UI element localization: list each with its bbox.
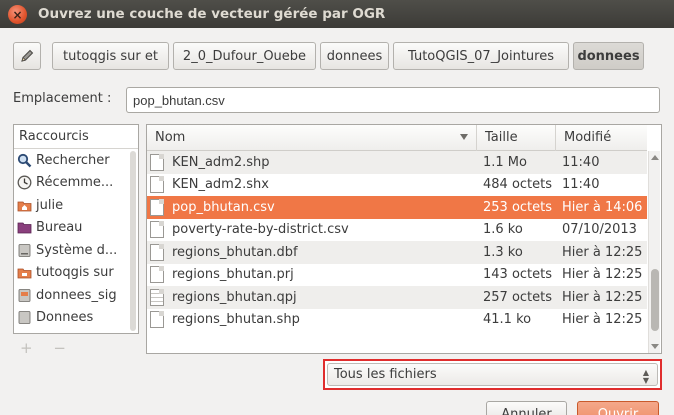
file-icon xyxy=(150,311,164,329)
places-sidebar: Raccourcis Rechercher Récemme... julie B… xyxy=(13,124,139,334)
path-crumb[interactable]: TutoQGIS_07_Jointures xyxy=(393,42,569,70)
sidebar-item-donnees-sig[interactable]: donnees_sig xyxy=(14,284,138,307)
text-file-icon xyxy=(150,288,164,306)
window-title: Ouvrez une couche de vecteur gérée par O… xyxy=(38,6,386,22)
recent-icon xyxy=(17,175,32,190)
file-row[interactable]: regions_bhutan.prj 143 octets Hier à 12:… xyxy=(147,264,647,287)
path-crumb[interactable]: donnees xyxy=(320,42,389,70)
network-drive-icon xyxy=(17,265,32,280)
sidebar-header: Raccourcis xyxy=(14,125,138,149)
file-list-header: Nom Taille Modifié xyxy=(147,125,647,151)
location-input[interactable] xyxy=(126,87,660,113)
home-folder-icon xyxy=(17,198,32,213)
sidebar-item-donnees[interactable]: Donnees xyxy=(14,307,138,330)
sidebar-item-recent[interactable]: Récemme... xyxy=(14,172,138,195)
file-row[interactable]: poverty-rate-by-district.csv 1.6 ko 07/1… xyxy=(147,219,647,242)
remove-bookmark-button[interactable]: − xyxy=(53,339,66,357)
file-row[interactable]: KEN_adm2.shp 1.1 Mo 11:40 xyxy=(147,151,647,174)
drive-icon xyxy=(17,310,32,325)
search-icon xyxy=(17,153,32,168)
file-icon xyxy=(150,266,164,284)
sidebar-item-tutoqgis[interactable]: tutoqgis sur xyxy=(14,262,138,285)
chevron-updown-icon: ▲ ▼ xyxy=(642,368,649,385)
sidebar-item-desktop[interactable]: Bureau xyxy=(14,217,138,240)
sidebar-item-filesystem[interactable]: Système d... xyxy=(14,239,138,262)
path-crumb[interactable]: 2_0_Dufour_Ouebe xyxy=(173,42,316,70)
column-name-header[interactable]: Nom xyxy=(147,125,477,151)
title-bar: × Ouvrez une couche de vecteur gérée par… xyxy=(0,0,674,28)
drive-icon xyxy=(17,243,32,258)
path-crumb-current[interactable]: donnees xyxy=(573,42,644,70)
file-icon xyxy=(150,221,164,239)
pencil-icon xyxy=(21,49,34,62)
file-icon xyxy=(150,176,164,194)
sidebar-scrollbar[interactable] xyxy=(130,151,136,331)
file-icon xyxy=(150,153,164,171)
column-size-header[interactable]: Taille xyxy=(477,125,556,151)
file-list-scrollbar[interactable] xyxy=(648,151,660,353)
file-type-filter[interactable]: Tous les fichiers ▲ ▼ xyxy=(323,359,662,390)
sidebar-item-home[interactable]: julie xyxy=(14,194,138,217)
file-rows: KEN_adm2.shp 1.1 Mo 11:40 KEN_adm2.shx 4… xyxy=(147,151,647,331)
add-bookmark-button[interactable]: + xyxy=(20,339,33,357)
cancel-button[interactable]: Annuler xyxy=(486,401,567,415)
file-row[interactable]: KEN_adm2.shx 484 octets 11:40 xyxy=(147,174,647,197)
scrollbar-thumb[interactable] xyxy=(651,269,659,331)
location-label: Emplacement : xyxy=(13,91,112,106)
file-row-selected[interactable]: pop_bhutan.csv 253 octets Hier à 14:06 xyxy=(147,196,647,219)
file-icon xyxy=(150,243,164,261)
folder-icon xyxy=(17,288,32,303)
edit-location-button[interactable] xyxy=(13,42,41,70)
bookmark-controls: + − xyxy=(20,339,82,357)
file-row[interactable]: regions_bhutan.dbf 1.3 ko Hier à 12:25 xyxy=(147,241,647,264)
path-crumb[interactable]: tutoqgis sur et xyxy=(52,42,169,70)
close-button[interactable]: × xyxy=(8,5,27,24)
sort-descending-icon xyxy=(460,134,468,140)
file-row[interactable]: regions_bhutan.shp 41.1 ko Hier à 12:25 xyxy=(147,309,647,332)
file-list: Nom Taille Modifié KEN_adm2.shp 1.1 Mo 1… xyxy=(146,124,662,354)
close-icon: × xyxy=(12,7,23,22)
file-type-filter-value: Tous les fichiers xyxy=(334,367,437,382)
scroll-up-icon[interactable] xyxy=(651,155,659,160)
desktop-icon xyxy=(17,220,32,235)
sidebar-item-search[interactable]: Rechercher xyxy=(14,149,138,172)
file-icon xyxy=(150,198,164,216)
dialog-body: tutoqgis sur et 2_0_Dufour_Ouebe donnees… xyxy=(0,28,674,415)
column-modified-header[interactable]: Modifié xyxy=(556,125,647,151)
scroll-down-icon[interactable] xyxy=(651,344,659,349)
file-row[interactable]: regions_bhutan.qpj 257 octets Hier à 12:… xyxy=(147,286,647,309)
open-button[interactable]: Ouvrir xyxy=(577,401,659,415)
